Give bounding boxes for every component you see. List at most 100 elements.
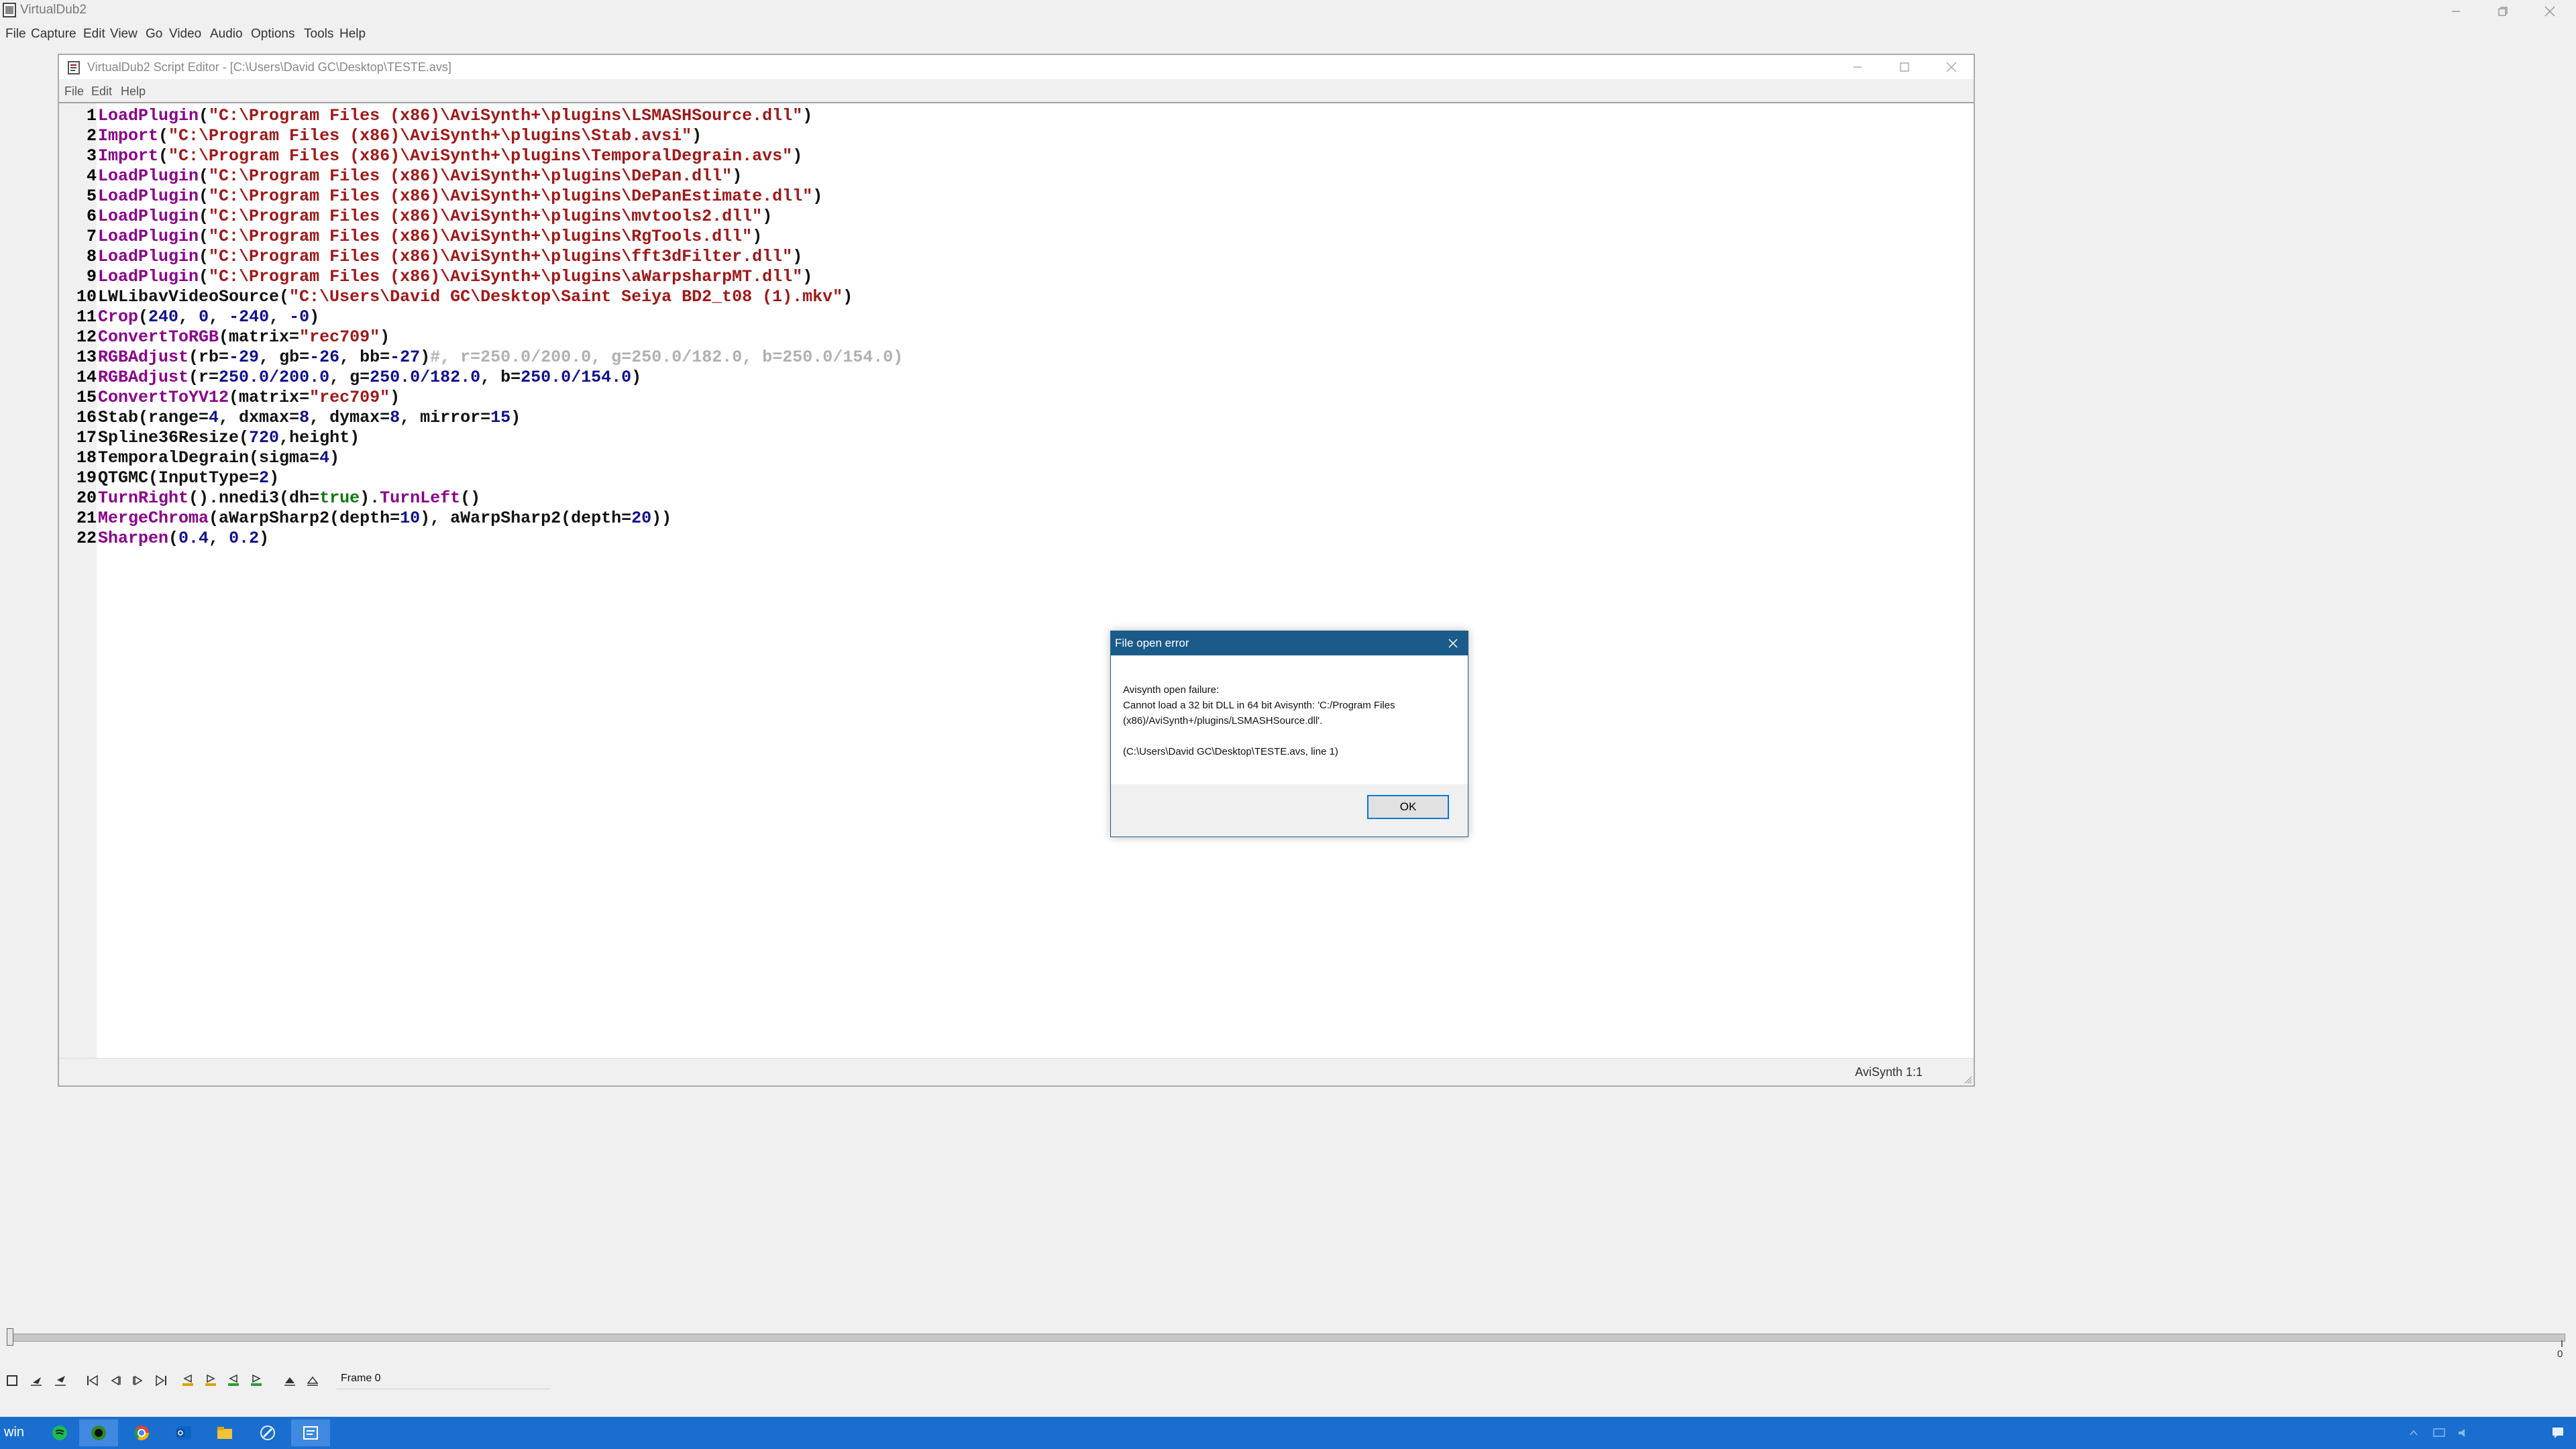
timeline-thumb[interactable]	[7, 1328, 13, 1346]
code-line[interactable]: 2Import("C:\Program Files (x86)\AviSynth…	[59, 126, 702, 146]
next-frame-button[interactable]	[129, 1371, 148, 1390]
frame-indicator[interactable]: Frame 0	[337, 1368, 550, 1389]
taskbar-app-outlook[interactable]	[165, 1419, 204, 1446]
code-line[interactable]: 18TemporalDegrain(sigma=4)	[59, 448, 339, 468]
code-token: Stab(range=	[98, 408, 209, 427]
dialog-title: File open error	[1115, 637, 1189, 649]
mark-in-button[interactable]	[280, 1371, 299, 1390]
previous-frame-icon	[111, 1375, 121, 1386]
restore-icon	[2498, 7, 2508, 16]
code-token: "C:\Program Files (x86)\AviSynth+\plugin…	[209, 227, 753, 246]
tray-chevron-icon[interactable]	[2408, 1428, 2419, 1438]
line-number: 11	[59, 307, 97, 327]
code-token: (matrix=	[229, 388, 310, 407]
editor-menu-help[interactable]: Help	[121, 85, 146, 99]
editor-menu-file[interactable]: File	[64, 85, 84, 99]
code-line[interactable]: 5LoadPlugin("C:\Program Files (x86)\AviS…	[59, 186, 822, 207]
notifications-icon[interactable]	[2551, 1425, 2565, 1440]
line-number: 18	[59, 448, 97, 468]
code-line[interactable]: 8LoadPlugin("C:\Program Files (x86)\AviS…	[59, 247, 802, 267]
editor-maximize-button[interactable]	[1881, 55, 1928, 79]
code-token: (	[199, 247, 209, 266]
go-to-start-button[interactable]	[83, 1371, 102, 1390]
code-line[interactable]: 22Sharpen(0.4, 0.2)	[59, 529, 269, 549]
taskbar-app-chrome[interactable]	[122, 1419, 161, 1446]
code-line[interactable]: 6LoadPlugin("C:\Program Files (x86)\AviS…	[59, 207, 772, 227]
previous-keyframe-button[interactable]	[178, 1371, 197, 1390]
code-token: 20	[631, 508, 652, 528]
code-token: "C:\Program Files (x86)\AviSynth+\plugin…	[209, 207, 763, 226]
taskbar: win	[0, 1417, 2576, 1449]
play-output-icon	[55, 1376, 66, 1386]
close-button[interactable]	[2526, 0, 2573, 23]
ok-button[interactable]: OK	[1367, 795, 1449, 819]
code-token: 4	[319, 448, 330, 468]
stop-button[interactable]	[3, 1371, 21, 1390]
restore-button[interactable]	[2479, 0, 2526, 23]
code-token: )	[812, 186, 823, 206]
menu-tools[interactable]: Tools	[304, 27, 333, 42]
code-line[interactable]: 16Stab(range=4, dxmax=8, dymax=8, mirror…	[59, 408, 521, 428]
menu-file[interactable]: File	[5, 27, 26, 42]
start-button[interactable]: win	[4, 1425, 24, 1440]
script-editor-titlebar: VirtualDub2 Script Editor - [C:\Users\Da…	[59, 55, 1974, 79]
taskbar-app-explorer[interactable]	[205, 1419, 244, 1446]
resize-grip-icon[interactable]	[1963, 1075, 1972, 1084]
mark-out-button[interactable]	[303, 1371, 322, 1390]
taskbar-app-script[interactable]	[291, 1419, 330, 1446]
next-keyframe-icon	[205, 1374, 216, 1386]
code-line[interactable]: 17Spline36Resize(720,height)	[59, 428, 360, 448]
code-line[interactable]: 7LoadPlugin("C:\Program Files (x86)\AviS…	[59, 227, 762, 247]
script-editor-menubar: File Edit Help	[59, 80, 1974, 101]
dialog-close-button[interactable]	[1444, 634, 1462, 653]
scene-forward-button[interactable]	[247, 1371, 266, 1390]
menu-video[interactable]: Video	[169, 27, 201, 42]
code-line[interactable]: 19QTGMC(InputType=2)	[59, 468, 279, 488]
taskbar-app-virtualdub[interactable]	[79, 1419, 118, 1446]
code-line[interactable]: 21MergeChroma(aWarpSharp2(depth=10), aWa…	[59, 508, 672, 529]
play-input-button[interactable]	[27, 1371, 46, 1390]
code-token: -29	[229, 347, 260, 367]
code-line[interactable]: 12ConvertToRGB(matrix="rec709")	[59, 327, 390, 347]
code-line[interactable]: 1LoadPlugin("C:\Program Files (x86)\AviS…	[59, 106, 812, 126]
code-token: TurnRight	[98, 488, 189, 508]
menu-view[interactable]: View	[110, 27, 138, 42]
dialog-message-location: (C:\Users\David GC\Desktop\TESTE.avs, li…	[1123, 746, 1338, 757]
code-line[interactable]: 4LoadPlugin("C:\Program Files (x86)\AviS…	[59, 166, 742, 186]
menu-audio[interactable]: Audio	[210, 27, 243, 42]
close-icon	[1448, 639, 1458, 648]
previous-frame-button[interactable]	[106, 1371, 125, 1390]
minimize-button[interactable]	[2432, 0, 2479, 23]
menu-go[interactable]: Go	[146, 27, 162, 42]
code-line[interactable]: 3Import("C:\Program Files (x86)\AviSynth…	[59, 146, 802, 166]
network-icon[interactable]	[2432, 1426, 2446, 1440]
editor-close-button[interactable]	[1928, 55, 1975, 79]
menu-options[interactable]: Options	[251, 27, 294, 42]
code-line[interactable]: 11Crop(240, 0, -240, -0)	[59, 307, 319, 327]
menu-edit[interactable]: Edit	[83, 27, 105, 42]
play-output-button[interactable]	[51, 1371, 70, 1390]
volume-icon[interactable]	[2457, 1426, 2470, 1440]
go-to-end-button[interactable]	[152, 1371, 170, 1390]
line-number: 19	[59, 468, 97, 488]
code-token: LoadPlugin	[98, 247, 199, 266]
script-text-area[interactable]: 1LoadPlugin("C:\Program Files (x86)\AviS…	[59, 102, 1974, 1060]
menu-capture[interactable]: Capture	[31, 27, 76, 42]
taskbar-app-spotify[interactable]	[40, 1419, 79, 1446]
code-line[interactable]: 10LWLibavVideoSource("C:\Users\David GC\…	[59, 287, 853, 307]
code-text: RGBAdjust(r=250.0/200.0, g=250.0/182.0, …	[97, 368, 641, 387]
scene-back-button[interactable]	[224, 1371, 243, 1390]
editor-minimize-button[interactable]	[1834, 55, 1881, 79]
editor-menu-edit[interactable]: Edit	[91, 85, 112, 99]
code-line[interactable]: 9LoadPlugin("C:\Program Files (x86)\AviS…	[59, 267, 812, 287]
code-text: LoadPlugin("C:\Program Files (x86)\AviSy…	[97, 207, 772, 226]
timeline-track[interactable]	[8, 1334, 2565, 1342]
code-line[interactable]: 13RGBAdjust(rb=-29, gb=-26, bb=-27)#, r=…	[59, 347, 903, 368]
code-line[interactable]: 20TurnRight().nnedi3(dh=true).TurnLeft()	[59, 488, 480, 508]
code-token: LWLibavVideoSource(	[98, 287, 290, 307]
menu-help[interactable]: Help	[339, 27, 366, 42]
taskbar-app-tool[interactable]	[248, 1419, 287, 1446]
code-line[interactable]: 15ConvertToYV12(matrix="rec709")	[59, 388, 400, 408]
code-line[interactable]: 14RGBAdjust(r=250.0/200.0, g=250.0/182.0…	[59, 368, 641, 388]
next-keyframe-button[interactable]	[201, 1371, 220, 1390]
